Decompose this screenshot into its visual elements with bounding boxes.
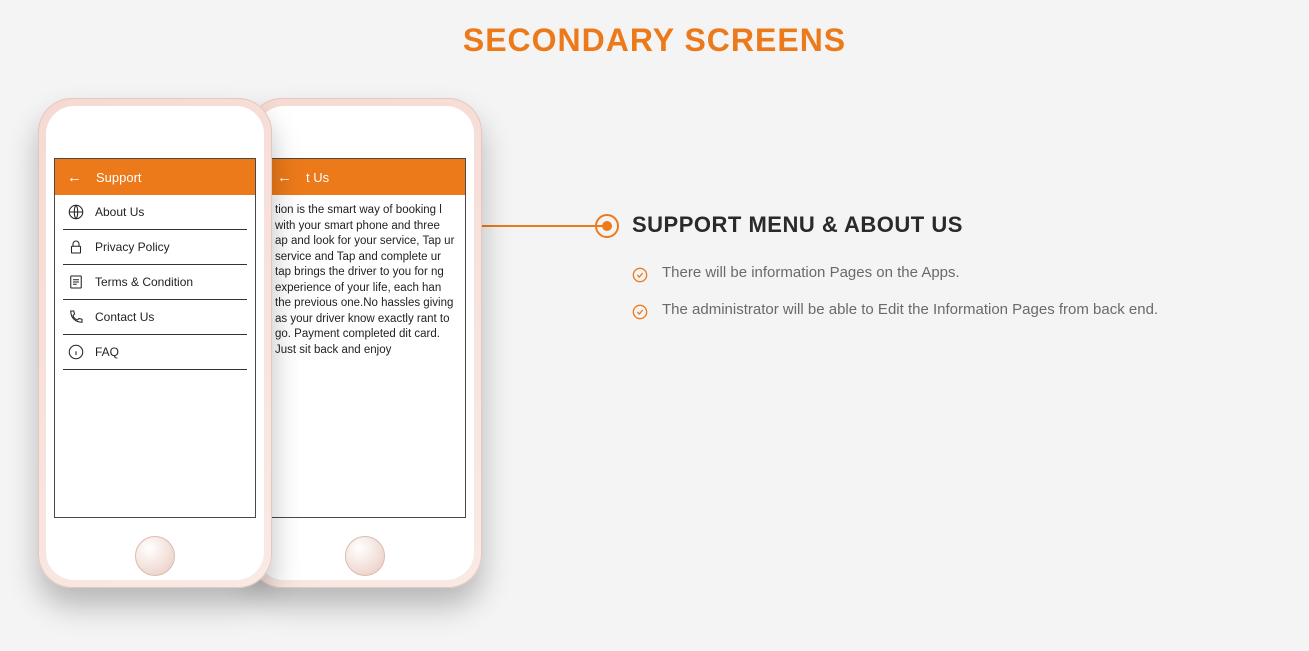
menu-item-contact-us[interactable]: Contact Us: [63, 300, 247, 335]
check-circle-icon: [632, 267, 648, 283]
connector-line: [468, 225, 612, 227]
menu-item-about-us[interactable]: About Us: [63, 195, 247, 230]
menu-item-faq[interactable]: FAQ: [63, 335, 247, 370]
bullet-text: There will be information Pages on the A…: [662, 264, 960, 281]
home-button[interactable]: [135, 536, 175, 576]
menu-item-label: About Us: [95, 205, 144, 219]
bullet-item: The administrator will be able to Edit t…: [632, 301, 1158, 320]
bullet-item: There will be information Pages on the A…: [632, 264, 1158, 283]
menu-item-label: Terms & Condition: [95, 275, 193, 289]
bullet-text: The administrator will be able to Edit t…: [662, 301, 1158, 318]
appbar-title: Support: [96, 170, 142, 185]
document-icon: [67, 273, 85, 291]
phone-mockups: ← t Us tion is the smart way of booking …: [38, 98, 478, 638]
about-us-content: tion is the smart way of booking l with …: [265, 195, 465, 366]
phone-about-us: ← t Us tion is the smart way of booking …: [248, 98, 482, 588]
support-menu-list: About Us Privacy Policy Terms & Conditio…: [55, 195, 255, 370]
menu-item-label: Contact Us: [95, 310, 154, 324]
phone-support-menu: ← Support About Us Privacy Policy Terms …: [38, 98, 272, 588]
menu-item-terms[interactable]: Terms & Condition: [63, 265, 247, 300]
page-title: SECONDARY SCREENS: [0, 0, 1309, 59]
description-panel: SUPPORT MENU & ABOUT US There will be in…: [632, 212, 1158, 338]
appbar-about-us: ← t Us: [265, 159, 465, 195]
back-arrow-icon[interactable]: ←: [277, 169, 292, 186]
appbar-title: t Us: [306, 170, 329, 185]
check-circle-icon: [632, 304, 648, 320]
section-heading: SUPPORT MENU & ABOUT US: [632, 212, 1158, 238]
lock-icon: [67, 238, 85, 256]
menu-item-label: FAQ: [95, 345, 119, 359]
appbar-support: ← Support: [55, 159, 255, 195]
back-arrow-icon[interactable]: ←: [67, 169, 82, 186]
globe-icon: [67, 203, 85, 221]
info-icon: [67, 343, 85, 361]
home-button[interactable]: [345, 536, 385, 576]
phone-icon: [67, 308, 85, 326]
connector-dot-icon: [595, 214, 619, 238]
menu-item-label: Privacy Policy: [95, 240, 170, 254]
menu-item-privacy-policy[interactable]: Privacy Policy: [63, 230, 247, 265]
